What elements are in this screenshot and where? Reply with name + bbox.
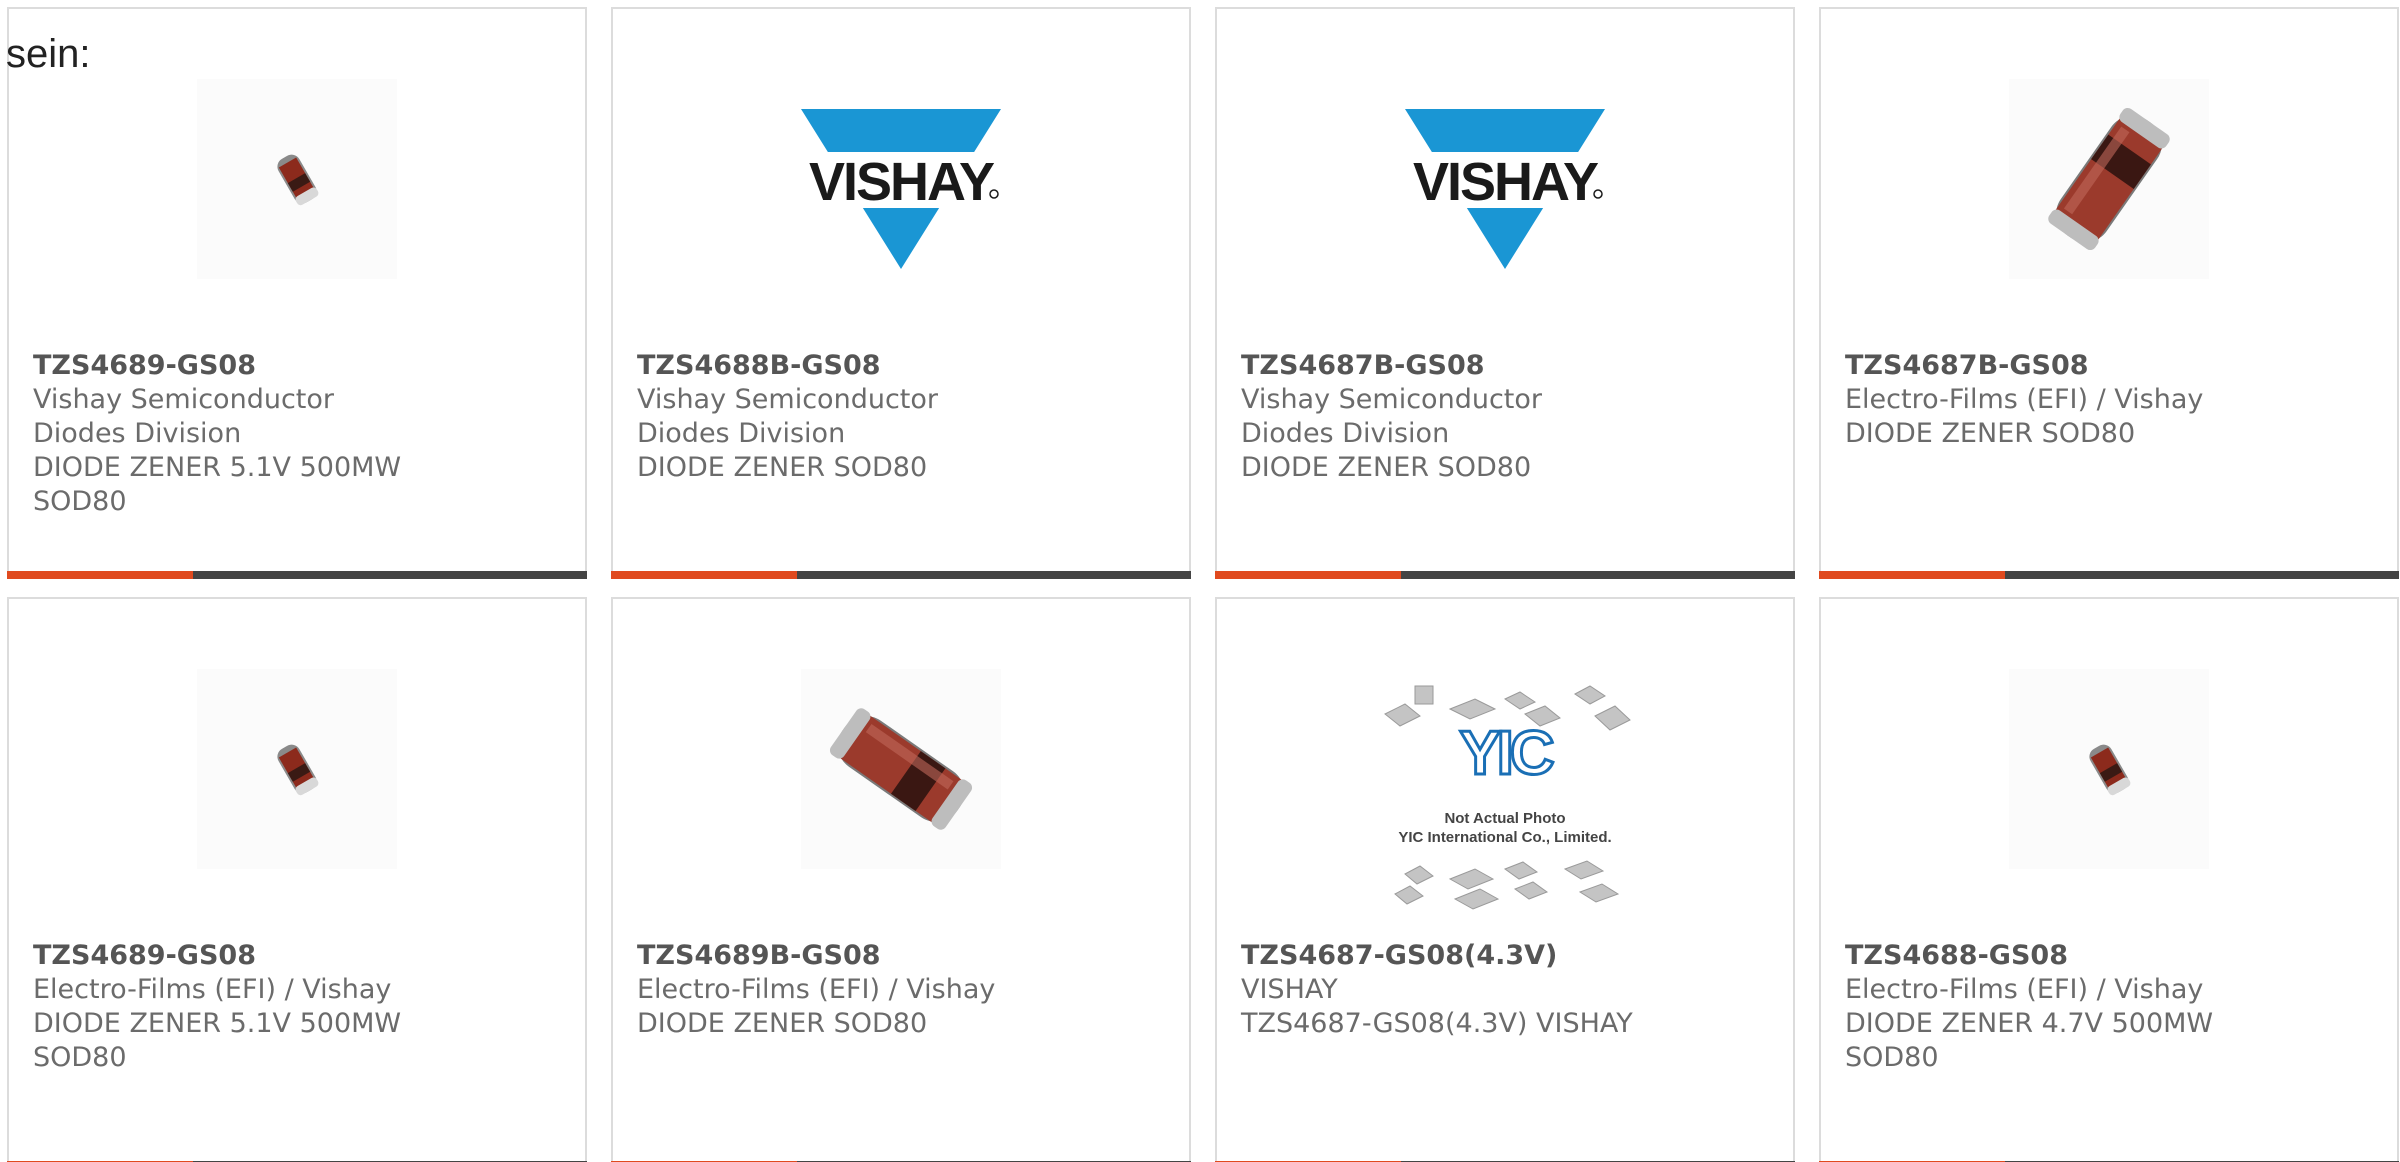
product-card[interactable]: TZS4689-GS08 Electro-Films (EFI) / Visha… <box>7 597 587 1162</box>
card-bottom-bar <box>7 571 587 579</box>
product-card[interactable]: VISHAY TZS4688B-GS08 Vishay Semiconducto… <box>611 7 1191 579</box>
manufacturer: Electro-Films (EFI) / Vishay <box>33 974 392 1005</box>
manufacturer: Vishay Semiconductor Diodes Division <box>1241 384 1542 449</box>
yic-placeholder-image: YIC Not Actual Photo YIC International C… <box>1365 674 1645 924</box>
product-card[interactable]: TZS4689B-GS08 Electro-Films (EFI) / Vish… <box>611 597 1191 1162</box>
description: DIODE ZENER 5.1V 500MW SOD80 <box>33 452 402 517</box>
product-card[interactable]: YIC Not Actual Photo YIC International C… <box>1215 597 1795 1162</box>
description: TZS4687-GS08(4.3V) VISHAY <box>1241 1008 1633 1039</box>
manufacturer: Electro-Films (EFI) / Vishay <box>1845 974 2204 1005</box>
description: DIODE ZENER SOD80 <box>637 1008 928 1039</box>
manufacturer: Vishay Semiconductor Diodes Division <box>637 384 938 449</box>
part-number[interactable]: TZS4689-GS08 <box>33 349 561 383</box>
diode-small-icon <box>197 669 397 869</box>
part-number[interactable]: TZS4688B-GS08 <box>637 349 1165 383</box>
product-grid: TZS4689-GS08 Vishay Semiconductor Diodes… <box>7 7 2399 1162</box>
svg-text:VISHAY: VISHAY <box>809 152 995 212</box>
svg-text:VISHAY: VISHAY <box>1413 152 1599 212</box>
diode-small-icon <box>2009 669 2209 869</box>
diode-small-icon <box>197 79 397 279</box>
card-accent-bar <box>1819 571 2005 579</box>
vishay-logo: VISHAY <box>801 89 1001 289</box>
svg-text:YIC: YIC <box>1459 719 1554 788</box>
part-number[interactable]: TZS4688-GS08 <box>1845 939 2373 973</box>
card-accent-bar <box>7 571 193 579</box>
description: DIODE ZENER 4.7V 500MW SOD80 <box>1845 1008 2214 1073</box>
diode-large-icon <box>801 669 1001 869</box>
card-bottom-bar <box>611 571 1191 579</box>
diode-large-icon <box>2009 79 2209 279</box>
part-number[interactable]: TZS4687-GS08(4.3V) <box>1241 939 1769 973</box>
description: DIODE ZENER 5.1V 500MW SOD80 <box>33 1008 402 1073</box>
part-number[interactable]: TZS4687B-GS08 <box>1845 349 2373 383</box>
manufacturer: Vishay Semiconductor Diodes Division <box>33 384 334 449</box>
card-bottom-bar <box>1215 571 1795 579</box>
product-card[interactable]: TZS4687B-GS08 Electro-Films (EFI) / Vish… <box>1819 7 2399 579</box>
card-accent-bar <box>611 571 797 579</box>
product-card[interactable]: TZS4689-GS08 Vishay Semiconductor Diodes… <box>7 7 587 579</box>
manufacturer: VISHAY <box>1241 974 1338 1005</box>
product-card[interactable]: TZS4688-GS08 Electro-Films (EFI) / Visha… <box>1819 597 2399 1162</box>
card-accent-bar <box>1215 571 1401 579</box>
image-caption: YIC International Co., Limited. <box>1398 829 1612 846</box>
description: DIODE ZENER SOD80 <box>1845 418 2136 449</box>
product-card[interactable]: VISHAY TZS4687B-GS08 Vishay Semiconducto… <box>1215 7 1795 579</box>
description: DIODE ZENER SOD80 <box>637 452 928 483</box>
manufacturer: Electro-Films (EFI) / Vishay <box>637 974 996 1005</box>
part-number[interactable]: TZS4689-GS08 <box>33 939 561 973</box>
intro-text: sein: <box>6 32 91 76</box>
vishay-logo: VISHAY <box>1405 89 1605 289</box>
description: DIODE ZENER SOD80 <box>1241 452 1532 483</box>
card-bottom-bar <box>1819 571 2399 579</box>
part-number[interactable]: TZS4689B-GS08 <box>637 939 1165 973</box>
part-number[interactable]: TZS4687B-GS08 <box>1241 349 1769 383</box>
image-caption: Not Actual Photo <box>1444 810 1566 827</box>
manufacturer: Electro-Films (EFI) / Vishay <box>1845 384 2204 415</box>
